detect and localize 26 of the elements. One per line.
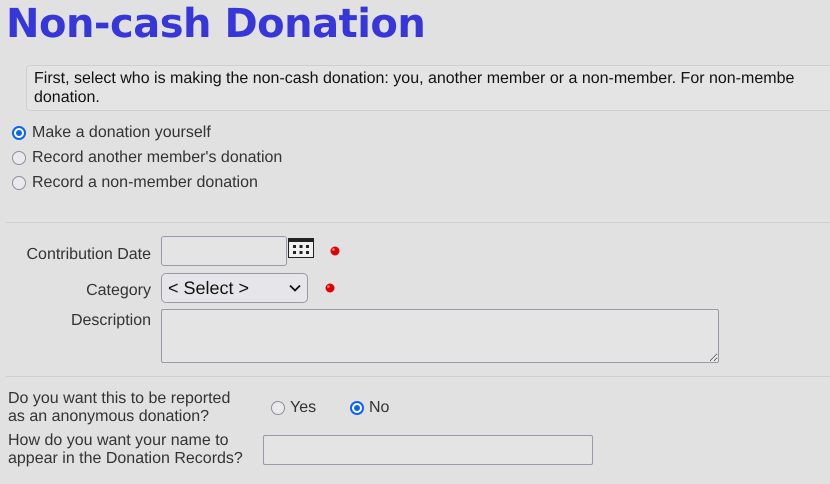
- question-text: appear in the Donation Records?: [8, 450, 244, 468]
- option-label: Yes: [290, 398, 316, 418]
- option-label: No: [369, 398, 390, 418]
- question-text: Do you want this to be reported: [8, 390, 232, 408]
- radio-button[interactable]: [12, 150, 26, 164]
- question-text: as an anonymous donation?: [8, 408, 210, 426]
- option-label: Record another member's donation: [32, 148, 282, 168]
- question-text: How do you want your name to: [8, 432, 230, 450]
- field-label: Category: [85, 281, 152, 301]
- field-label: Description: [70, 311, 152, 331]
- category-select[interactable]: < Select >: [161, 273, 308, 303]
- field-label: Contribution Date: [25, 245, 152, 265]
- option-label: Make a donation yourself: [32, 122, 211, 142]
- date-field[interactable]: [161, 236, 287, 266]
- instruction-text: First, select who is making the non-cash donation: you, another member or a non-member. For non-membe: [34, 69, 796, 88]
- radio-button[interactable]: [12, 176, 26, 190]
- option-label: Record a non-member donation: [32, 172, 258, 192]
- name-field[interactable]: [263, 435, 593, 465]
- description-field[interactable]: [161, 309, 719, 363]
- instruction-text: donation.: [34, 88, 101, 107]
- calendar-icon[interactable]: [288, 238, 314, 258]
- radio-button[interactable]: [350, 401, 364, 415]
- chevron-down-icon: [289, 284, 301, 292]
- page-title: Non-cash Donation: [5, 0, 426, 48]
- radio-button[interactable]: [271, 401, 285, 415]
- radio-button[interactable]: [12, 126, 26, 140]
